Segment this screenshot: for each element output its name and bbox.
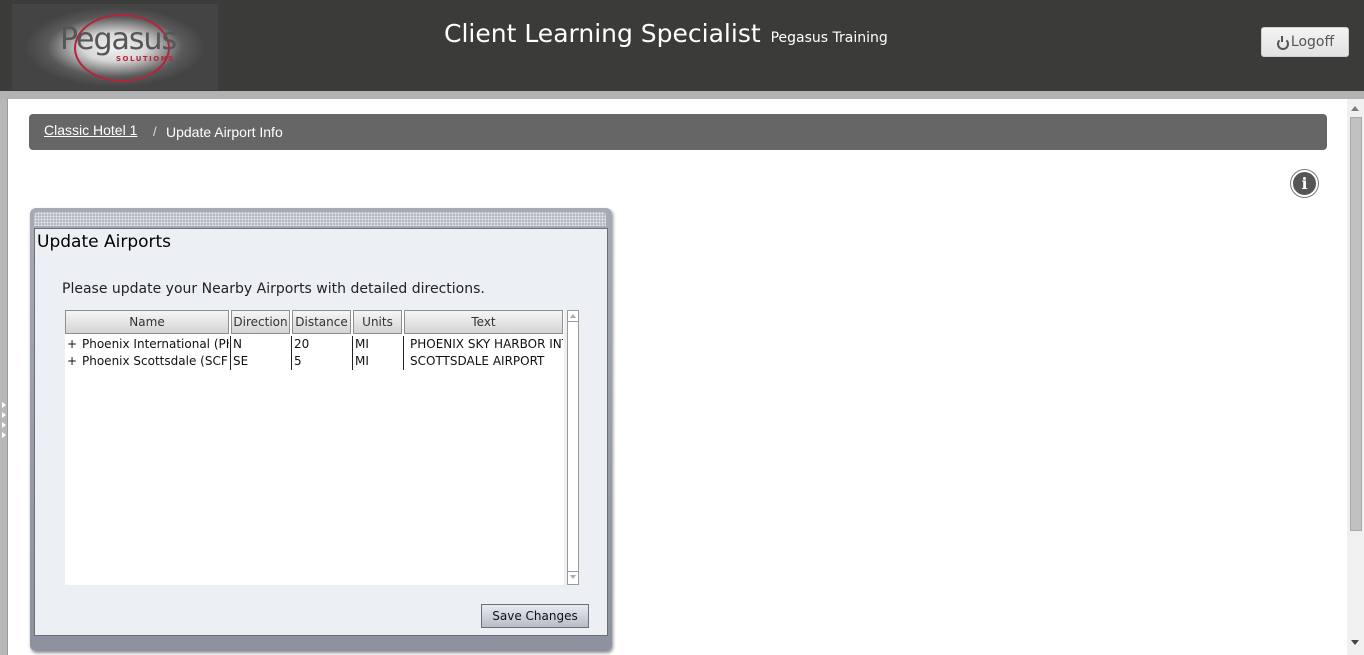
pegasus-logo: Pegasus SOLUTIONS (12, 4, 218, 90)
cell-name[interactable]: Phoenix International (PHX) (82, 336, 229, 353)
table-row[interactable]: + Phoenix Scottsdale (SCF) SE 5 MI SCOTT… (65, 353, 564, 370)
grid-scrollbar[interactable] (567, 310, 579, 585)
cell-distance[interactable]: 20 (291, 336, 351, 353)
logo-text: Pegasus (60, 22, 177, 57)
app-title: Client Learning Specialist Pegasus Train… (444, 19, 888, 48)
app-title-sub: Pegasus Training (770, 30, 888, 46)
row-expander[interactable]: + (67, 336, 79, 353)
panel-body: Update Airports Please update your Nearb… (34, 228, 608, 636)
airports-grid: Name Direction Distance Units Text + Pho… (65, 310, 579, 585)
panel-description: Please update your Nearby Airports with … (62, 281, 485, 297)
logoff-label: Logoff (1290, 34, 1335, 50)
scroll-up-icon[interactable] (1351, 106, 1359, 111)
chevron-down-icon (570, 575, 576, 579)
cell-distance[interactable]: 5 (291, 353, 351, 370)
column-header-direction[interactable]: Direction (231, 310, 290, 334)
column-header-distance[interactable]: Distance (292, 310, 351, 334)
breadcrumb-current: Update Airport Info (166, 124, 283, 140)
chevron-up-icon (570, 314, 576, 318)
breadcrumb: Classic Hotel 1 / Update Airport Info (29, 114, 1327, 150)
grid-header: Name Direction Distance Units Text (65, 310, 564, 334)
app-header: Pegasus SOLUTIONS Client Learning Specia… (0, 0, 1364, 91)
breadcrumb-link-hotel[interactable]: Classic Hotel 1 (44, 122, 137, 138)
info-icon[interactable]: i (1291, 170, 1318, 197)
scrollbar-thumb[interactable] (1350, 117, 1362, 531)
panel-drag-handle[interactable] (34, 212, 606, 226)
table-row[interactable]: + Phoenix International (PHX) N 20 MI PH… (65, 336, 564, 353)
app-title-main: Client Learning Specialist (444, 19, 761, 48)
column-header-name[interactable]: Name (65, 310, 229, 334)
expand-arrow-icon (2, 422, 6, 428)
logo-subtext: SOLUTIONS (116, 55, 175, 63)
scroll-down-icon[interactable] (1351, 640, 1359, 645)
cell-name[interactable]: Phoenix Scottsdale (SCF) (82, 353, 229, 370)
logoff-button[interactable]: Logoff (1261, 27, 1349, 57)
cell-text[interactable]: PHOENIX SKY HARBOR INTL (403, 336, 563, 353)
power-icon (1276, 36, 1289, 50)
column-header-text[interactable]: Text (404, 310, 563, 334)
header-divider (0, 91, 1364, 99)
cell-direction[interactable]: N (230, 336, 290, 353)
cell-text[interactable]: SCOTTSDALE AIRPORT (403, 353, 563, 370)
info-glyph: i (1301, 174, 1308, 193)
row-expander[interactable]: + (67, 353, 79, 370)
column-header-units[interactable]: Units (353, 310, 402, 334)
cell-units[interactable]: MI (352, 353, 402, 370)
breadcrumb-separator: / (153, 124, 157, 139)
save-changes-button[interactable]: Save Changes (481, 604, 589, 628)
page-scrollbar[interactable] (1347, 99, 1364, 655)
cell-direction[interactable]: SE (230, 353, 290, 370)
expand-arrow-icon (2, 412, 6, 418)
left-panel-splitter[interactable] (0, 99, 8, 655)
cell-units[interactable]: MI (352, 336, 402, 353)
expand-arrow-icon (2, 432, 6, 438)
update-airports-panel: Update Airports Please update your Nearb… (30, 208, 612, 651)
expand-arrow-icon (2, 402, 6, 408)
panel-title: Update Airports (37, 232, 172, 252)
